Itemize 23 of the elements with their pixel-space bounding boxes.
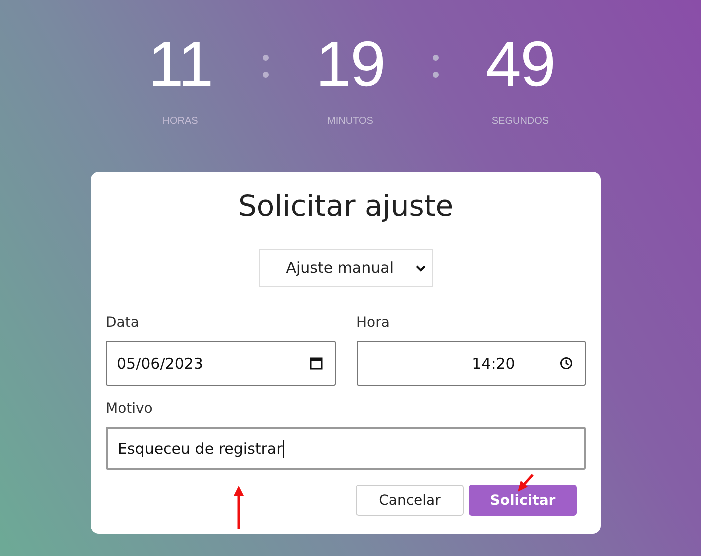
timer-value: 49 [486,28,556,100]
colon-separator-icon [432,55,438,78]
annotation-arrow-icon [518,474,534,492]
cancel-button[interactable]: Cancelar [356,485,464,516]
annotation-arrow-icon [233,486,245,530]
reason-input-field[interactable]: Esqueceu de registrar [106,427,586,470]
timer-value: 19 [316,28,386,100]
clock-icon [560,357,573,370]
time-input-field[interactable]: 14:20 [356,341,586,386]
timer-label: SEGUNDOS [492,116,550,127]
field-label: Data [106,314,140,333]
field-label: Motivo [106,400,154,419]
submit-button[interactable]: Solicitar [469,485,577,516]
date-input-field[interactable]: 05/06/2023 [106,341,336,386]
timer-label: MINUTOS [328,116,374,127]
timer-value: 11 [148,28,213,100]
chevron-down-icon [416,264,426,272]
adjust-type-select[interactable]: Ajuste manual [259,249,433,287]
timer-label: HORAS [162,116,198,127]
calendar-icon [310,357,322,370]
dialog-title: Solicitar ajuste [237,188,455,225]
colon-separator-icon [262,55,268,78]
field-label: Hora [356,314,391,333]
